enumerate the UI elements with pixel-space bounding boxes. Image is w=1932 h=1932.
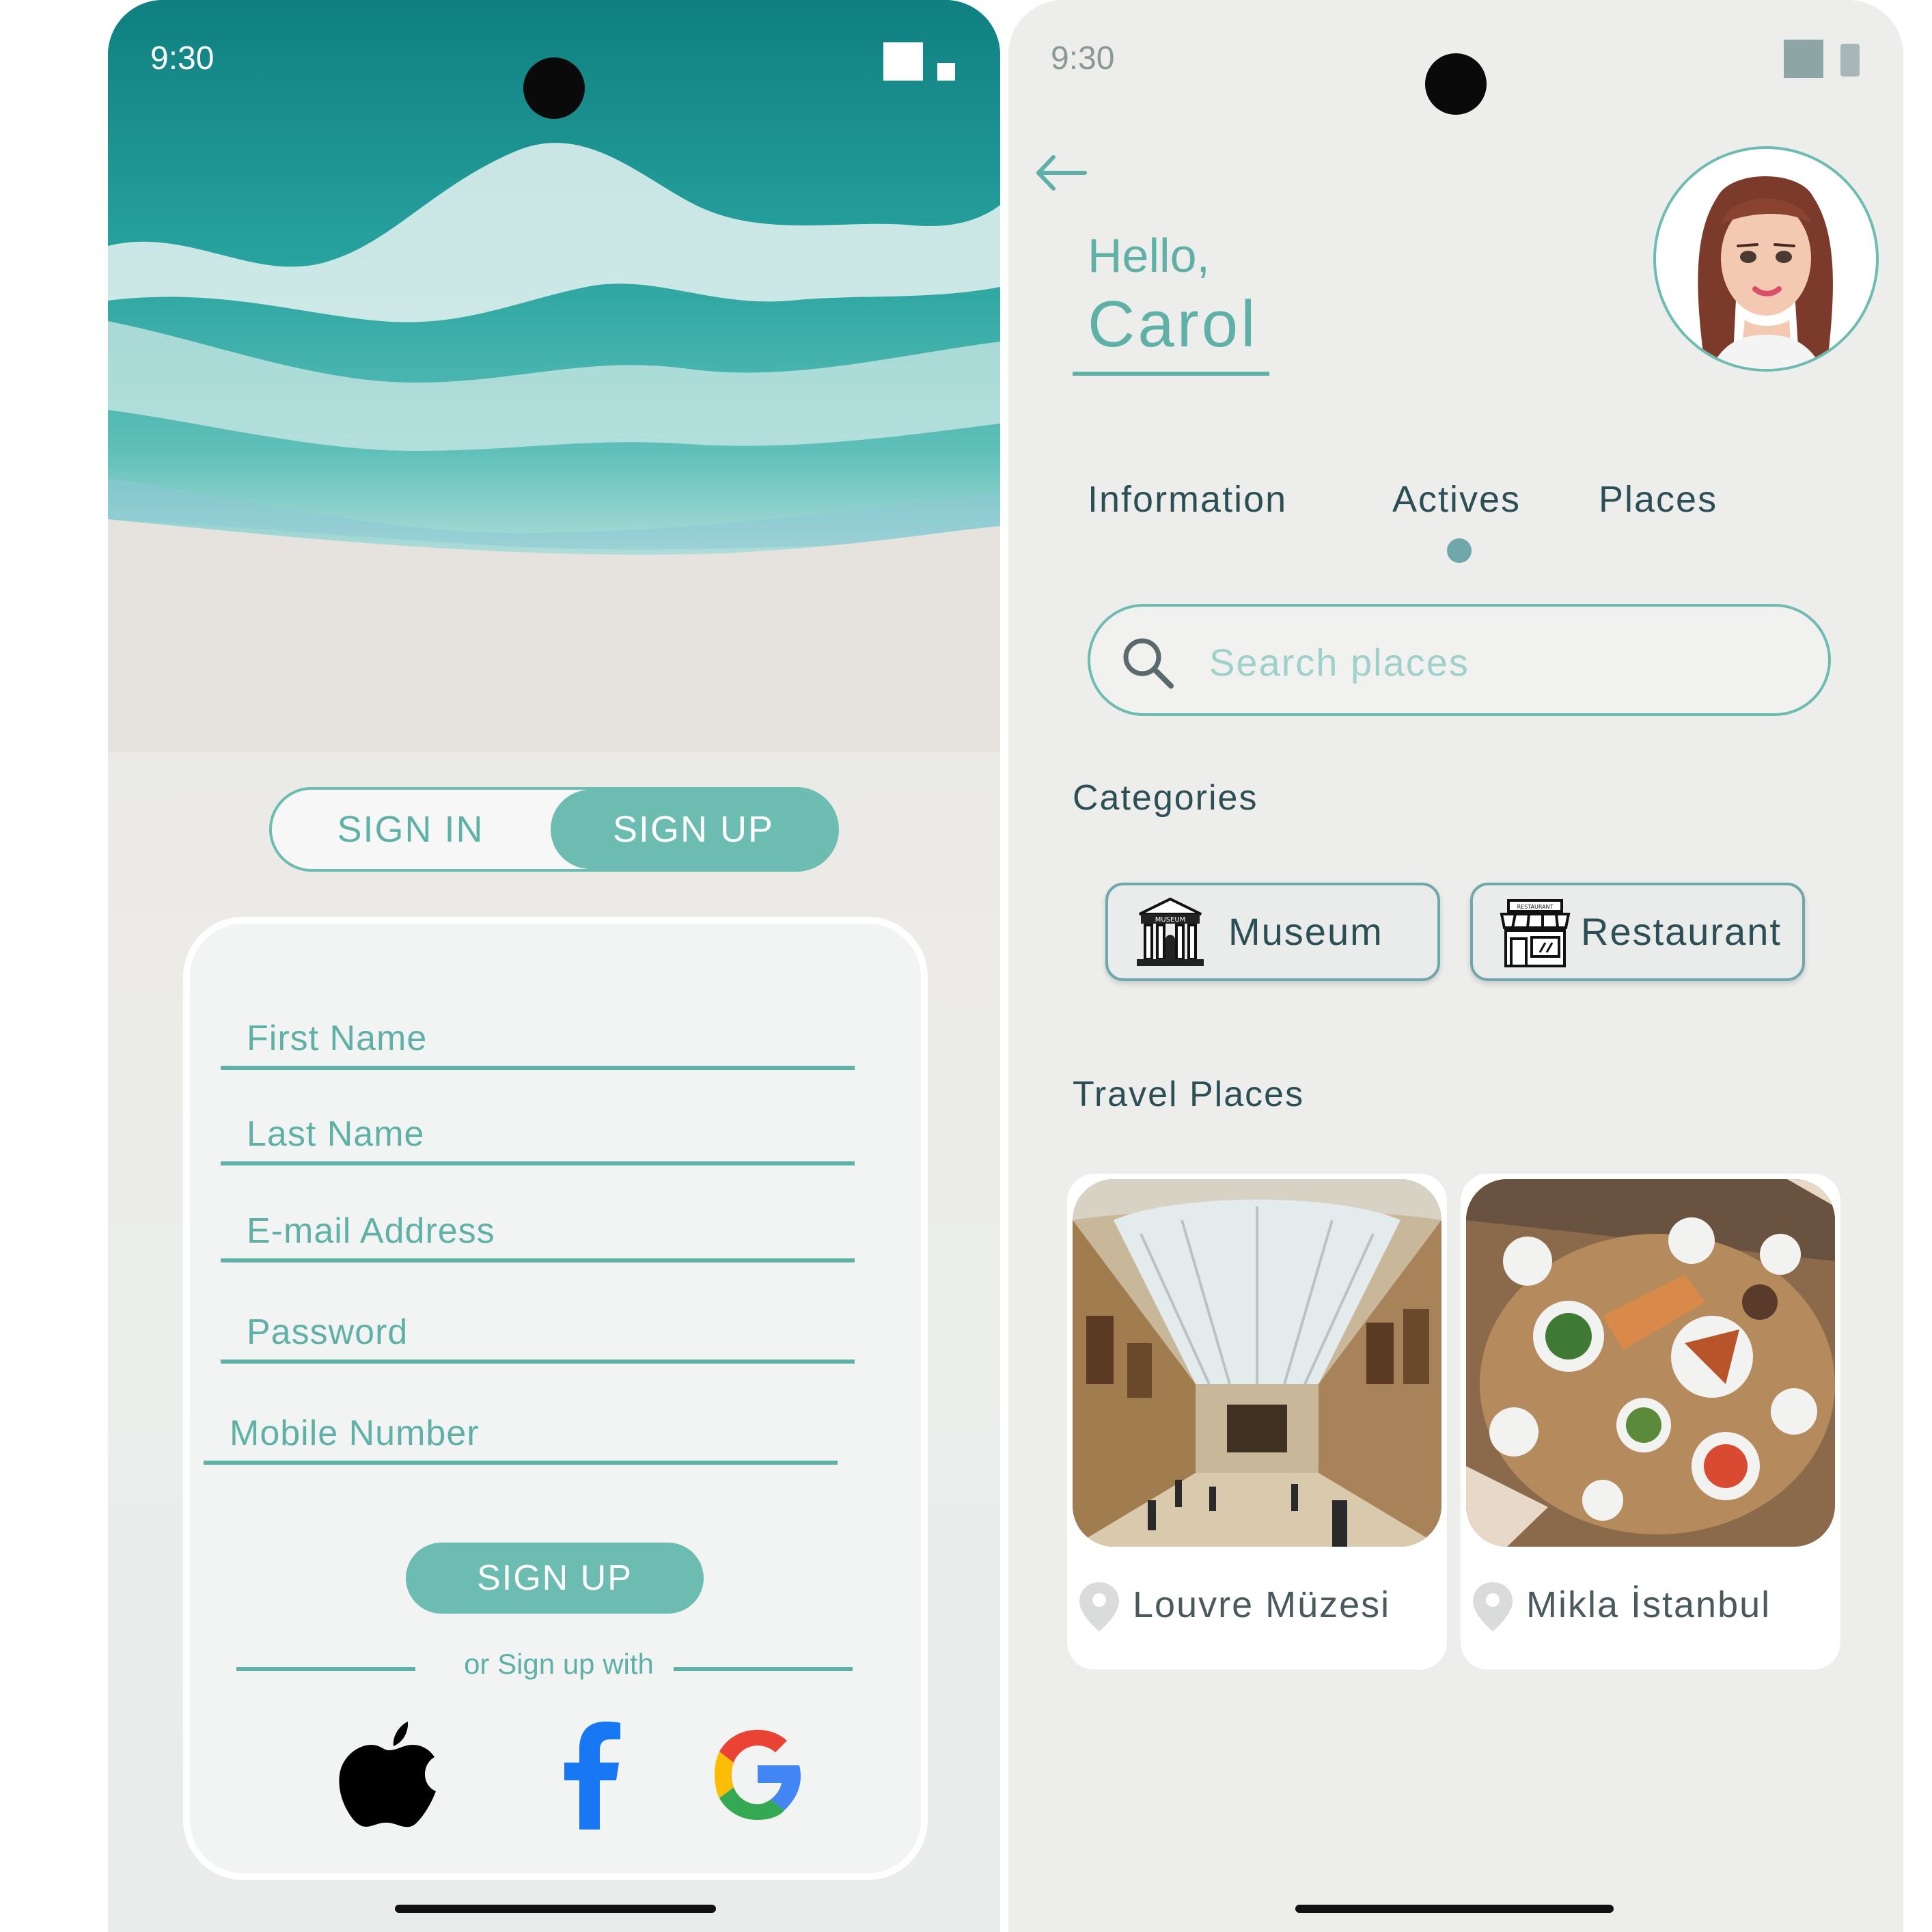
home-indicator: [395, 1905, 716, 1913]
active-tab-indicator: [1447, 538, 1472, 563]
sign-in-tab[interactable]: SIGN IN: [272, 790, 549, 869]
divider-line-right: [674, 1667, 853, 1671]
profile-screen: 9:30 Hello, Carol Information Actives Pl…: [1008, 0, 1903, 1932]
location-pin-icon: [1077, 1579, 1122, 1634]
category-museum-label: Museum: [1228, 910, 1383, 953]
google-icon[interactable]: [706, 1715, 809, 1831]
place-card-mikla[interactable]: Mikla İstanbul: [1461, 1174, 1840, 1670]
last-name-placeholder: Last Name: [247, 1114, 425, 1154]
travel-places-title: Travel Places: [1073, 1075, 1305, 1114]
facebook-icon[interactable]: [537, 1715, 639, 1831]
svg-text:RESTAURANT: RESTAURANT: [1517, 904, 1554, 910]
museum-icon: MUSEUM: [1133, 895, 1208, 970]
place-name: Louvre Müzesi: [1133, 1584, 1391, 1625]
home-indicator: [1295, 1905, 1614, 1913]
apple-icon[interactable]: [337, 1715, 440, 1831]
status-time: 9:30: [1051, 40, 1115, 77]
battery-icon: [1840, 44, 1860, 77]
tab-places[interactable]: Places: [1599, 478, 1717, 521]
search-bar: [1088, 604, 1831, 716]
location-pin-icon: [1470, 1579, 1515, 1634]
status-time: 9:30: [150, 40, 215, 77]
signal-icon: [883, 42, 923, 81]
last-name-field[interactable]: Last Name: [221, 1107, 855, 1165]
avatar[interactable]: [1653, 146, 1879, 372]
email-field[interactable]: E-mail Address: [221, 1204, 855, 1262]
front-camera: [523, 57, 585, 119]
first-name-placeholder: First Name: [247, 1019, 428, 1058]
sign-up-button[interactable]: SIGN UP: [406, 1543, 704, 1614]
search-input[interactable]: [1208, 633, 1798, 691]
category-museum-chip[interactable]: MUSEUM Museum: [1105, 883, 1440, 981]
divider-line-left: [236, 1667, 415, 1671]
category-restaurant-chip[interactable]: RESTAURANT Restaurant: [1470, 883, 1805, 981]
social-divider-text: or Sign up with: [464, 1648, 654, 1680]
categories-title: Categories: [1073, 778, 1258, 818]
signal-icon: [1784, 40, 1823, 78]
food-table-photo: [1466, 1179, 1835, 1547]
museum-gallery-photo: [1073, 1179, 1441, 1547]
sign-up-tab[interactable]: SIGN UP: [551, 790, 836, 869]
back-arrow-icon[interactable]: [1033, 150, 1088, 195]
tab-information[interactable]: Information: [1088, 478, 1287, 521]
mobile-number-placeholder: Mobile Number: [230, 1413, 480, 1453]
auth-toggle: SIGN IN SIGN UP: [269, 787, 839, 872]
search-icon: [1119, 634, 1176, 691]
user-name: Carol: [1088, 288, 1258, 361]
name-underline: [1073, 372, 1269, 376]
place-name: Mikla İstanbul: [1526, 1584, 1771, 1625]
category-restaurant-label: Restaurant: [1581, 910, 1782, 953]
email-placeholder: E-mail Address: [247, 1211, 495, 1251]
battery-icon: [937, 63, 955, 81]
password-field[interactable]: Password: [221, 1305, 855, 1364]
place-card-louvre[interactable]: Louvre Müzesi: [1067, 1174, 1447, 1670]
greeting-text: Hello,: [1088, 229, 1210, 282]
signup-screen: 9:30 SIGN IN SIGN UP First Name Last Nam…: [108, 0, 1000, 1932]
password-placeholder: Password: [247, 1312, 409, 1352]
tab-actives[interactable]: Actives: [1392, 478, 1521, 521]
mobile-number-field[interactable]: Mobile Number: [204, 1406, 838, 1465]
restaurant-icon: RESTAURANT: [1498, 898, 1573, 973]
first-name-field[interactable]: First Name: [221, 1011, 855, 1070]
svg-text:MUSEUM: MUSEUM: [1155, 916, 1186, 924]
front-camera: [1425, 53, 1487, 115]
